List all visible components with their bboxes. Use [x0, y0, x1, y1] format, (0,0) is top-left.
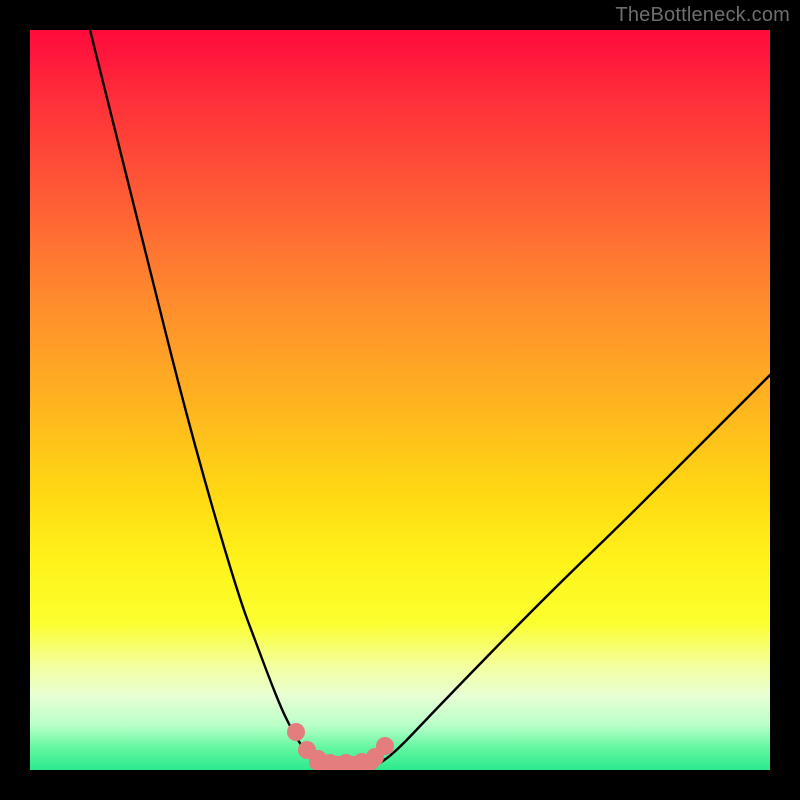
watermark-text: TheBottleneck.com	[615, 4, 790, 27]
left-curve	[90, 30, 316, 763]
pink-bottom-bar	[309, 756, 379, 770]
pink-dot	[376, 737, 394, 755]
pink-layer	[287, 723, 394, 770]
pink-dot	[287, 723, 305, 741]
right-curve	[380, 375, 770, 763]
chart-frame: TheBottleneck.com	[0, 0, 800, 800]
chart-svg	[30, 30, 770, 770]
plot-area	[30, 30, 770, 770]
curve-layer	[90, 30, 770, 763]
